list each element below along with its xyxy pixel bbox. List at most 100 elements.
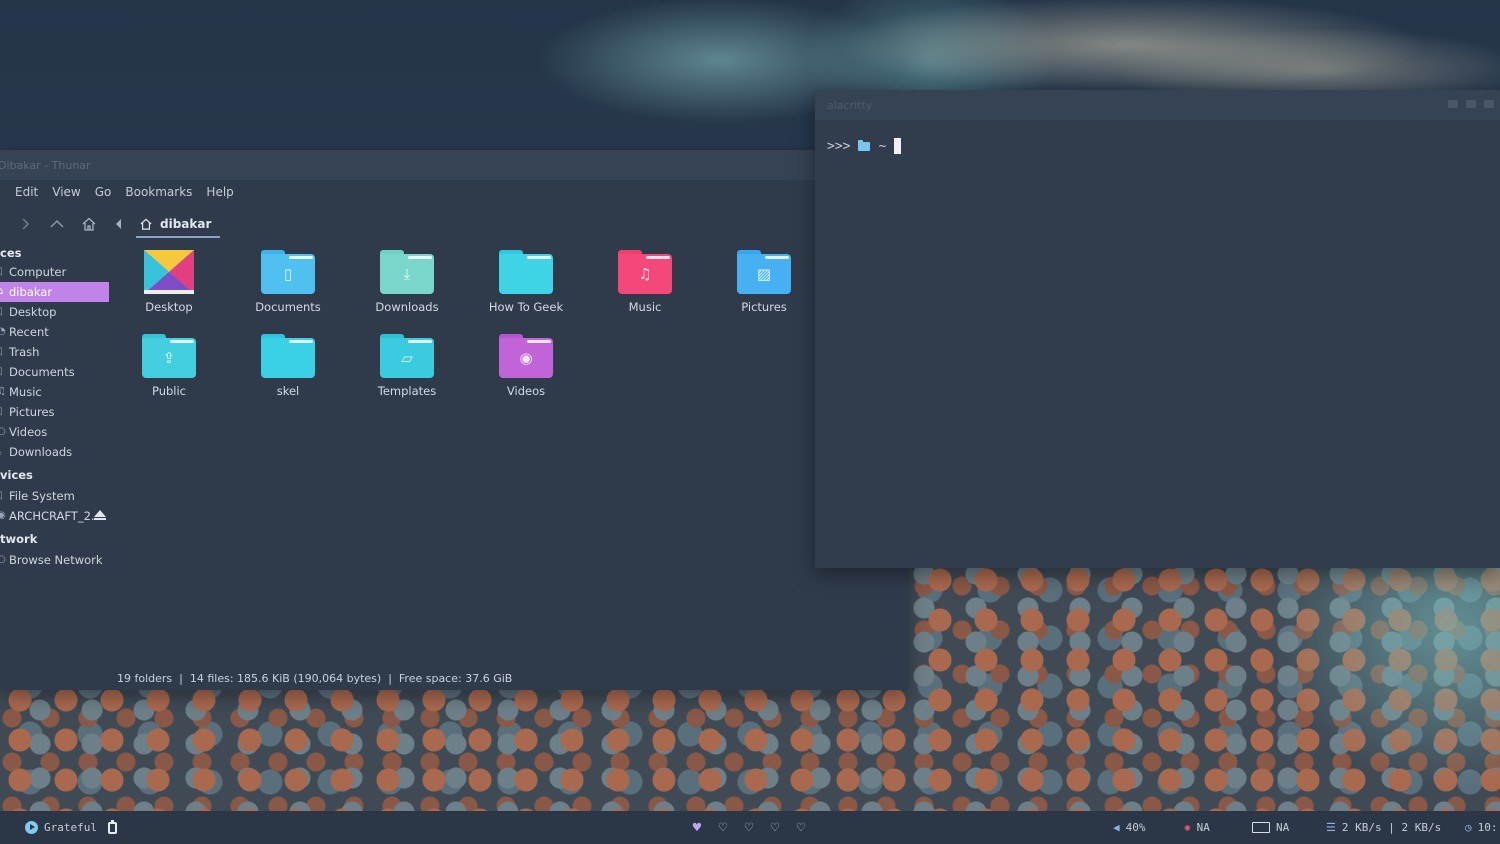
window-title: Dibakar - Thunar [0,158,91,172]
wallpaper-surf [1270,560,1500,790]
folder-icon: ▯ [261,250,315,294]
menu-view[interactable]: View [45,185,87,199]
downloads-icon: ⤓ [0,442,1,462]
folder-icon: ▱ [380,334,434,378]
path-scroll-left-button[interactable] [110,211,128,237]
clipboard-icon [108,819,117,834]
workspace-3-heart-icon[interactable]: ♡ [736,820,762,836]
forward-button[interactable] [12,211,38,237]
file-item-label: Pictures [741,300,787,314]
terminal-window[interactable]: alacritty >>> ~ [815,90,1500,568]
sidebar-item-music[interactable]: ♫ Music [0,382,112,402]
sidebar-item-pictures[interactable]: ▯ Pictures [0,402,112,422]
file-item-pictures[interactable]: ▨ Pictures [714,250,814,314]
up-button[interactable] [44,211,70,237]
home-icon: ⌂ [0,286,4,297]
path-crumb-home[interactable]: dibakar [136,212,220,238]
file-item-desktop[interactable]: Desktop [119,250,219,314]
folder-icon: ♫ [618,250,672,294]
close-button[interactable] [1484,100,1494,108]
sidebar-item-trash[interactable]: ▯ Trash [0,342,112,362]
sidebar-item-label: Recent [9,325,49,339]
sidebar-header-network: twork [0,532,38,546]
file-item-downloads[interactable]: ⤓ Downloads [357,250,457,314]
menu-go[interactable]: Go [88,185,119,199]
sidebar-item-desktop[interactable]: ▯ Desktop [0,302,112,322]
sidebar-header-devices: vices [0,468,33,482]
maximize-button[interactable] [1466,100,1476,108]
folder-icon: ▨ [737,250,791,294]
sidebar-item-file-system[interactable]: ▯ File System [0,486,112,506]
sidebar-item-label: Trash [9,345,40,359]
folder-icon [499,250,553,294]
caret-left-icon [116,219,121,229]
sidebar-item-label: Pictures [9,405,55,419]
sidebar-item-recent[interactable]: ◔ Recent [0,322,112,342]
menu-bookmarks[interactable]: Bookmarks [118,185,199,199]
volume-value: 40% [1125,821,1146,834]
workspace-switcher: ♥ ♡ ♡ ♡ ♡ [684,811,814,844]
file-item-skel[interactable]: skel [238,334,338,398]
sidebar: ces ▯Computer ⌂dibakar ▯Desktop ◔Recent … [0,242,112,570]
workspace-2-heart-icon[interactable]: ♡ [710,820,736,836]
file-item-documents[interactable]: ▯ Documents [238,250,338,314]
speaker-icon: ◀ [1113,821,1120,834]
play-icon[interactable] [25,821,38,834]
file-manager-window[interactable]: Dibakar - Thunar Edit View Go Bookmarks … [0,150,908,690]
network-widget[interactable]: ✺ NA [1184,811,1210,844]
network-icon: ○ [0,554,6,565]
clipboard-widget[interactable] [108,811,117,844]
clock-widget[interactable]: ◷ 10: [1465,811,1498,844]
network-icon: ✺ [1184,821,1191,834]
sidebar-item-label: Browse Network [9,553,103,567]
disc-icon: ◉ [0,510,6,521]
terminal-prompt[interactable]: >>> ~ [827,138,902,154]
sidebar-item-videos[interactable]: ○ Videos [0,422,112,442]
sidebar-item-documents[interactable]: ▯ Documents [0,362,112,382]
menu-edit[interactable]: Edit [8,185,45,199]
eject-icon[interactable] [94,510,106,520]
net-speed-widget: ☰ 2 KB/s | 2 KB/s [1326,811,1441,844]
volume-widget[interactable]: ◀ 40% [1113,811,1146,844]
file-item-public[interactable]: ⇪ Public [119,334,219,398]
workspace-5-heart-icon[interactable]: ♡ [788,820,814,836]
workspace-4-heart-icon[interactable]: ♡ [762,820,788,836]
minimize-button[interactable] [1448,100,1458,108]
share-icon: ⇪ [162,348,176,367]
menu-help[interactable]: Help [199,185,240,199]
music-icon: ♫ [0,386,6,397]
document-icon: ▯ [283,264,293,283]
image-icon: ▨ [756,264,772,283]
file-item-label: skel [276,384,300,398]
battery-widget[interactable]: NA [1252,811,1289,844]
file-item-templates[interactable]: ▱ Templates [357,334,457,398]
sidebar-item-dibakar[interactable]: ⌂ dibakar [0,282,109,302]
home-button[interactable] [76,211,102,237]
file-item-how-to-geek[interactable]: How To Geek [476,250,576,314]
sidebar-item-label: Computer [9,265,67,279]
computer-icon: ▯ [0,262,3,282]
sidebar-item-label: ARCHCRAFT_2... [9,509,102,523]
media-player-widget[interactable]: Grateful [25,811,97,844]
prompt-path: ~ [878,138,887,154]
pictures-icon: ▯ [0,402,3,422]
sidebar-item-archcraft[interactable]: ◉ ARCHCRAFT_2... [0,506,112,526]
file-item-music[interactable]: ♫ Music [595,250,695,314]
sidebar-item-label: Desktop [9,305,57,319]
workspace-1-heart-icon[interactable]: ♥ [684,820,710,836]
file-item-label: How To Geek [488,300,564,314]
sidebar-item-browse-network[interactable]: ○ Browse Network [0,550,112,570]
window-controls [1448,100,1494,108]
file-item-videos[interactable]: ◉ Videos [476,334,576,398]
sidebar-item-computer[interactable]: ▯ Computer [0,262,112,282]
sidebar-item-downloads[interactable]: ⤓ Downloads [0,442,112,462]
desktop-icon: ▯ [0,302,3,322]
file-item-label: Videos [506,384,546,398]
folder-icon [858,139,871,151]
home-icon [82,217,96,231]
file-item-label: Music [628,300,662,314]
file-item-label: Templates [377,384,437,398]
file-manager-titlebar[interactable]: Dibakar - Thunar [0,150,908,180]
network-status: NA [1196,821,1210,834]
terminal-titlebar[interactable]: alacritty [815,90,1500,120]
